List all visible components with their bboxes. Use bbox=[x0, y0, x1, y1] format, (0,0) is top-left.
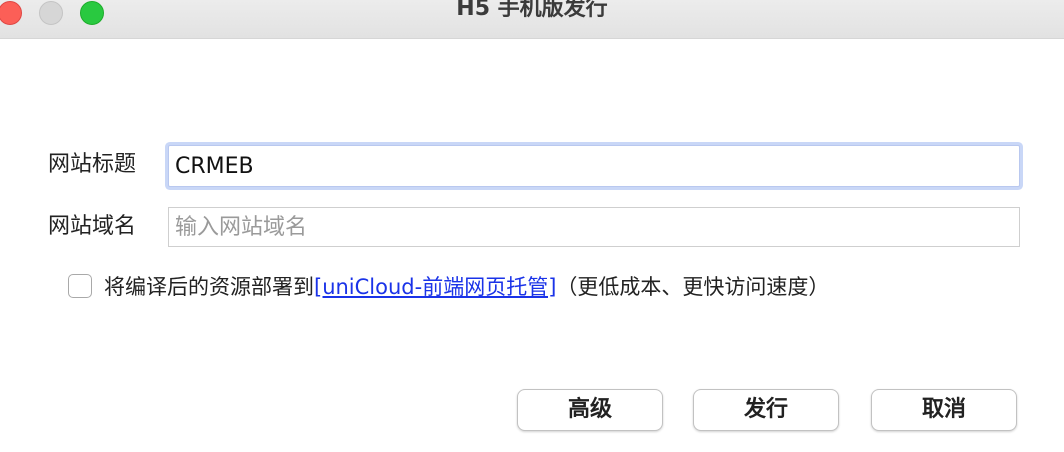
deploy-text-after: （更低成本、更快访问速度） bbox=[556, 275, 830, 299]
publish-button[interactable]: 发行 bbox=[693, 389, 839, 431]
window-title: H5 手机版发行 bbox=[456, 0, 608, 21]
deploy-text-before: 将编译后的资源部署到 bbox=[104, 275, 314, 299]
publish-dialog: H5 手机版发行 网站标题 网站域名 将编译后的资源部署到[uniCloud-前… bbox=[0, 0, 1064, 452]
cancel-button[interactable]: 取消 bbox=[871, 389, 1017, 431]
title-bar: H5 手机版发行 bbox=[0, 0, 1064, 39]
deploy-unicloud-checkbox[interactable] bbox=[68, 274, 92, 298]
site-domain-label: 网站域名 bbox=[48, 214, 137, 239]
advanced-button[interactable]: 高级 bbox=[517, 389, 663, 431]
deploy-unicloud-label: 将编译后的资源部署到[uniCloud-前端网页托管]（更低成本、更快访问速度） bbox=[104, 272, 829, 302]
unicloud-hosting-link[interactable]: [uniCloud-前端网页托管] bbox=[314, 275, 556, 299]
site-title-label: 网站标题 bbox=[48, 152, 137, 177]
site-title-input[interactable] bbox=[168, 145, 1020, 187]
site-domain-input[interactable] bbox=[168, 207, 1020, 247]
